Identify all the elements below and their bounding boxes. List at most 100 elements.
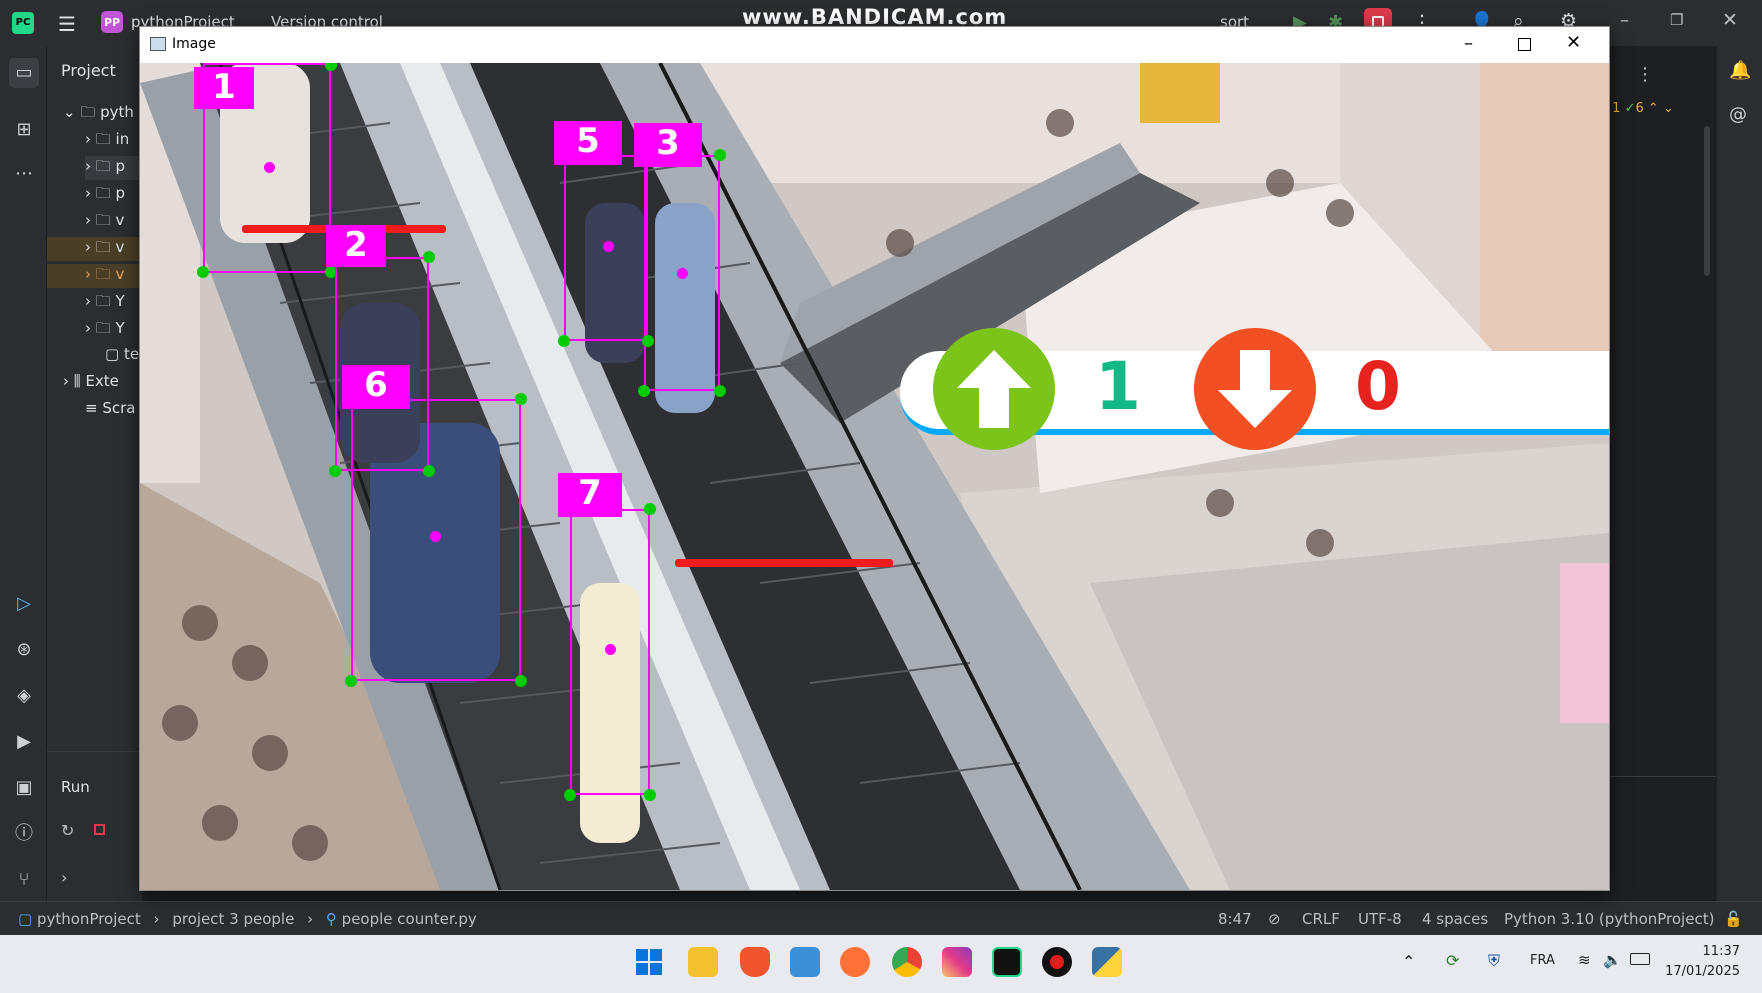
clock-date[interactable]: 17/01/2025 (1662, 964, 1740, 979)
box-corner (564, 789, 576, 801)
main-menu-icon[interactable]: ☰ (58, 12, 76, 36)
python-app-icon[interactable] (1092, 947, 1122, 977)
brave-icon[interactable] (740, 947, 770, 977)
python-interpreter[interactable]: Python 3.10 (pythonProject) (1504, 910, 1714, 928)
box-corner (197, 266, 209, 278)
expand-chevron-icon[interactable]: › (61, 868, 67, 887)
box-corner (714, 149, 726, 161)
python-console-icon[interactable]: ⊛ (12, 638, 36, 662)
down-count: 0 (1355, 348, 1401, 425)
box-corner (515, 675, 527, 687)
track-label-1: 1 (194, 67, 254, 109)
project-folder-icon[interactable]: ▭ (9, 58, 39, 88)
minimize-icon[interactable]: – (1620, 10, 1629, 31)
image-close-icon[interactable]: ✕ (1566, 32, 1581, 53)
tree-item[interactable]: › 🗀 Y (85, 291, 125, 315)
tree-item[interactable]: ≡ Scra (85, 399, 135, 423)
breadcrumb-folder[interactable]: project 3 people (172, 910, 294, 928)
box-corner (714, 385, 726, 397)
security-shield-icon[interactable]: ⛨ (1488, 951, 1500, 971)
editor-area: ⋮ ▲ 1 ✓6 ⌃ ⌄ (1598, 46, 1716, 901)
image-window[interactable]: Image – ✕ 1 0 1 2 3 5 6 7 (139, 26, 1610, 891)
track-label-6: 6 (342, 365, 410, 409)
panel-divider (47, 751, 142, 752)
image-window-titlebar[interactable]: Image – ✕ (140, 27, 1609, 63)
image-minimize-icon[interactable]: – (1464, 33, 1473, 54)
tree-item[interactable]: › 🗀 p (85, 156, 142, 180)
box-corner (644, 789, 656, 801)
tree-item[interactable]: › 🗀 v (47, 264, 142, 288)
problems-icon[interactable]: ⓘ (12, 822, 36, 846)
project-panel: Project ⌄ 🗀 pyth › 🗀 in › 🗀 p › 🗀 p › 🗀 … (47, 46, 142, 901)
counting-line-down (675, 559, 893, 567)
up-arrow-icon (933, 328, 1055, 450)
git-icon[interactable]: ⑂ (12, 868, 36, 892)
ai-assistant-icon[interactable]: @ (1729, 104, 1747, 125)
run-stop-icon[interactable] (94, 824, 105, 835)
track-label-5: 5 (554, 121, 622, 165)
editor-more-icon[interactable]: ⋮ (1636, 64, 1654, 85)
vcs-icon[interactable]: ⊘ (1268, 910, 1281, 928)
more-tools-icon[interactable]: ⋯ (12, 162, 36, 186)
close-icon[interactable]: ✕ (1722, 9, 1738, 31)
sync-icon[interactable]: ⟳ (1446, 951, 1459, 970)
firefox-icon[interactable] (840, 947, 870, 977)
track-centroid (430, 531, 441, 542)
terminal-icon[interactable]: ▣ (12, 776, 36, 800)
track-centroid (264, 162, 275, 173)
tree-item[interactable]: ⌄ 🗀 pyth (63, 102, 134, 126)
tree-item[interactable]: › 🗀 v (47, 237, 142, 261)
tree-item[interactable]: › 🗀 p (85, 183, 125, 207)
video-frame: 1 0 1 2 3 5 6 7 (140, 63, 1609, 890)
volume-icon[interactable]: 🔈 (1603, 951, 1622, 969)
notifications-icon[interactable]: 🔔 (1729, 60, 1751, 81)
box-corner (642, 335, 654, 347)
track-centroid (603, 241, 614, 252)
file-explorer-icon[interactable] (688, 947, 718, 977)
image-window-title: Image (172, 36, 216, 52)
start-icon[interactable] (636, 949, 662, 975)
breadcrumb-project[interactable]: pythonProject (37, 910, 141, 928)
bandicam-record-icon[interactable] (1042, 947, 1072, 977)
structure-icon[interactable]: ⊞ (12, 118, 36, 142)
up-count: 1 (1095, 348, 1141, 425)
breadcrumb-file[interactable]: people counter.py (342, 910, 477, 928)
pycharm-taskbar-icon[interactable] (992, 947, 1022, 977)
project-badge[interactable]: PP (101, 11, 123, 33)
tray-chevron-icon[interactable]: ⌃ (1402, 952, 1415, 971)
caret-position[interactable]: 8:47 (1218, 910, 1252, 928)
project-panel-title[interactable]: Project (61, 61, 116, 80)
wifi-icon[interactable]: ≋ (1578, 951, 1591, 969)
instagram-icon[interactable] (942, 947, 972, 977)
tree-item[interactable]: › ⫼ Exte (63, 372, 119, 396)
layers-icon[interactable]: ◈ (12, 684, 36, 708)
rerun-icon[interactable]: ↻ (61, 821, 74, 840)
restore-icon[interactable]: ❐ (1670, 11, 1683, 29)
editor-scrollbar[interactable] (1704, 126, 1710, 276)
run-panel-title[interactable]: Run (61, 778, 90, 796)
clock-time[interactable]: 11:37 (1688, 944, 1740, 959)
run-tool-icon[interactable]: ▷ (12, 592, 36, 616)
track-label-7: 7 (558, 473, 622, 517)
tree-item[interactable]: › 🗀 v (85, 210, 124, 234)
status-bar: ▢ pythonProject › project 3 people › ⚲ p… (0, 901, 1762, 936)
lock-icon[interactable]: 🔓 (1724, 910, 1743, 928)
box-corner (558, 335, 570, 347)
control-panel-icon[interactable] (790, 947, 820, 977)
services-icon[interactable]: ▶ (12, 730, 36, 754)
breadcrumb: ▢ pythonProject › project 3 people › ⚲ p… (18, 910, 477, 928)
line-separator[interactable]: CRLF (1302, 910, 1340, 928)
image-maximize-icon[interactable] (1518, 38, 1531, 51)
box-corner (515, 393, 527, 405)
tree-item[interactable]: › 🗀 in (85, 129, 129, 153)
tree-item[interactable]: › 🗀 Y (85, 318, 125, 342)
pycharm-logo-icon: PC (12, 12, 34, 34)
battery-icon[interactable] (1630, 953, 1650, 965)
box-corner (345, 675, 357, 687)
chrome-icon[interactable] (892, 947, 922, 977)
file-encoding[interactable]: UTF-8 (1358, 910, 1402, 928)
down-arrow-icon (1194, 328, 1316, 450)
tree-item[interactable]: ▢ te (105, 345, 139, 369)
input-language[interactable]: FRA (1530, 953, 1555, 968)
indent-setting[interactable]: 4 spaces (1422, 910, 1488, 928)
